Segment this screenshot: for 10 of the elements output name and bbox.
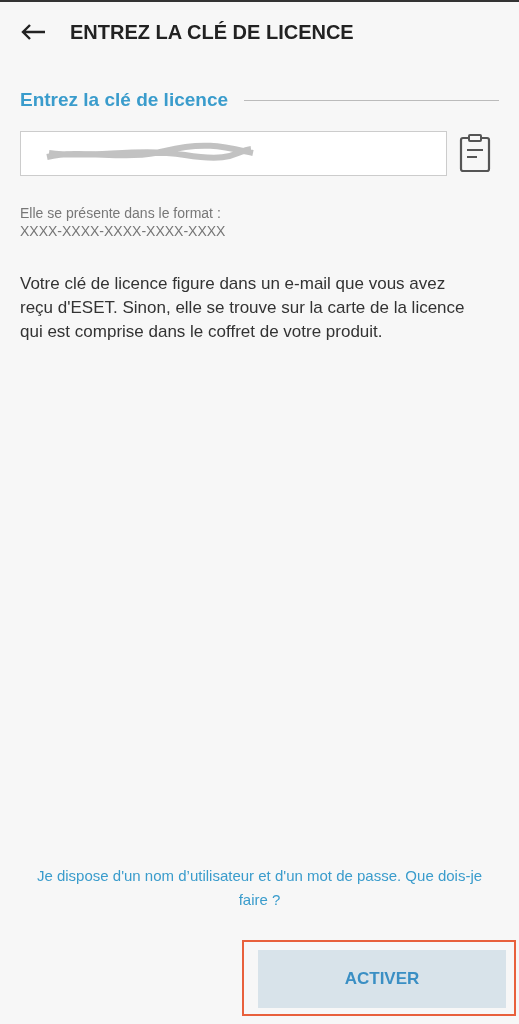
section-heading: Entrez la clé de licence	[20, 88, 229, 112]
page-title: ENTREZ LA CLÉ DE LICENCE	[70, 20, 354, 45]
format-pattern: XXXX-XXXX-XXXX-XXXX-XXXX	[20, 221, 227, 240]
back-arrow-icon[interactable]	[20, 23, 46, 41]
clipboard-icon[interactable]	[459, 133, 491, 173]
license-description: Votre clé de licence figure dans un e-mail que vous avez reçu d'ESET. Sinon, elle se trouve sur la carte de la licence qui est comprise dans le coffret de votre produit.	[19, 272, 466, 343]
license-key-field[interactable]	[20, 130, 447, 176]
format-hint: Elle se présente dans le format :	[20, 203, 222, 222]
help-link[interactable]: Je dispose d'un nom d’utilisateur et d'un mot de passe. Que dois-je faire ?	[0, 864, 519, 912]
activate-button[interactable]: ACTIVER	[258, 950, 506, 1008]
